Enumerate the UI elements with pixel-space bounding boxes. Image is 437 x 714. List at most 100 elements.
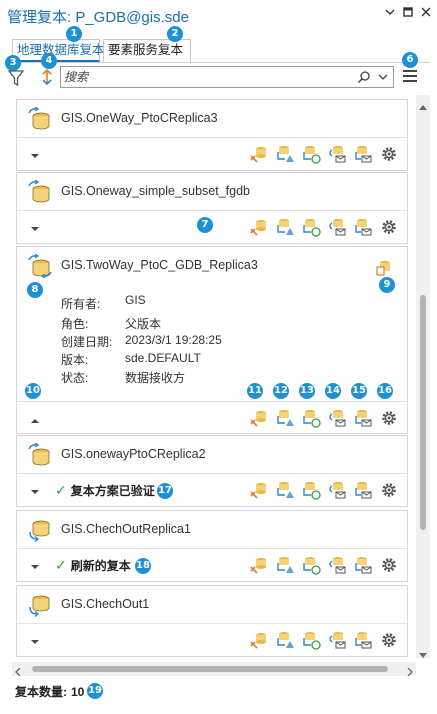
one-way-replica-icon [27,442,53,467]
import-changes-icon[interactable] [301,555,321,575]
callout-badge: 14 [325,383,341,399]
callout-badge: 10 [25,383,41,399]
export-acknowledgments-icon[interactable] [353,555,373,575]
replica-name: GIS.ChechOutReplica1 [61,522,191,536]
close-icon[interactable] [418,6,434,22]
replica-card[interactable]: GIS.ChechOutReplica1 ✓ 刷新的复本 18 [16,510,408,582]
expand-arrow-icon[interactable] [31,635,39,644]
import-changes-icon[interactable] [301,144,321,164]
properties-gear-icon[interactable] [379,408,399,428]
maximize-icon[interactable] [400,6,416,22]
export-acknowledgments-icon[interactable] [353,144,373,164]
expand-arrow-icon[interactable] [31,485,39,494]
callout-badge: 13 [299,383,315,399]
properties-gear-icon[interactable] [379,144,399,164]
export-changes-icon[interactable] [275,144,295,164]
import-changes-icon[interactable] [301,217,321,237]
filter-icon[interactable] [7,69,25,87]
synchronize-icon[interactable] [249,408,269,428]
checkout-replica-icon [27,593,53,617]
callout-badge: 1 [66,26,82,42]
replica-name: GIS.ChechOut1 [61,597,150,611]
import-changes-icon[interactable] [301,480,321,500]
status-text: 刷新的复本 [70,559,131,573]
synchronize-icon[interactable] [249,144,269,164]
vertical-scroll-thumb[interactable] [420,295,426,530]
replica-count-value: 10 [71,685,85,699]
sort-icon[interactable] [40,68,54,86]
export-acknowledgments-icon[interactable] [353,408,373,428]
replica-card[interactable]: GIS.onewayPtoCReplica2 ✓ 复本方案已验证 17 [16,435,408,507]
replica-card[interactable]: GIS.ChechOut1 [16,585,408,657]
re-export-acknowledgments-icon[interactable] [327,480,347,500]
replica-log-icon[interactable] [375,258,393,276]
search-box[interactable] [60,66,394,88]
export-changes-icon[interactable] [275,217,295,237]
replica-card[interactable]: GIS.OneWay_PtoCReplica3 [16,99,408,171]
callout-badge: 12 [273,383,289,399]
re-export-acknowledgments-icon[interactable] [327,144,347,164]
one-way-replica-icon [27,179,53,204]
properties-gear-icon[interactable] [379,217,399,237]
export-changes-icon[interactable] [275,630,295,650]
two-way-replica-icon [27,253,53,279]
replica-card-expanded[interactable]: GIS.TwoWay_PtoC_GDB_Replica3 所有者: GIS 角色… [16,246,408,434]
re-export-acknowledgments-icon[interactable] [327,630,347,650]
detail-label: 版本: [61,353,89,367]
replica-status: ✓ 复本方案已验证 [55,482,155,499]
detail-value: sde.DEFAULT [125,351,201,365]
chevron-down-icon[interactable] [377,70,389,84]
replica-card[interactable]: GIS.Oneway_simple_subset_fgdb 7 [16,172,408,244]
export-acknowledgments-icon[interactable] [353,480,373,500]
synchronize-icon[interactable] [249,630,269,650]
horizontal-scrollbar[interactable] [12,662,416,677]
import-changes-icon[interactable] [301,408,321,428]
detail-value: 父版本 [125,317,162,331]
replica-count-label: 复本数量: [15,685,67,699]
import-changes-icon[interactable] [301,630,321,650]
export-changes-icon[interactable] [275,555,295,575]
export-changes-icon[interactable] [275,408,295,428]
title-bar: 管理复本: P_GDB@gis.sde [0,0,437,32]
tab-feature-service-replicas[interactable]: 要素服务复本 [103,39,191,62]
menu-icon[interactable] [403,69,417,83]
search-icon[interactable] [357,70,371,84]
re-export-acknowledgments-icon[interactable] [327,555,347,575]
replica-status: ✓ 刷新的复本 [55,557,131,574]
scroll-right-arrow-icon[interactable] [407,665,413,677]
collapse-arrow-icon[interactable] [31,414,39,423]
checkout-replica-icon [27,518,53,542]
checkmark-icon: ✓ [55,557,67,573]
replica-name: GIS.Oneway_simple_subset_fgdb [61,184,250,198]
re-export-acknowledgments-icon[interactable] [327,217,347,237]
scroll-up-arrow-icon[interactable] [419,99,427,110]
properties-gear-icon[interactable] [379,630,399,650]
detail-value: 2023/3/1 19:28:25 [125,333,222,347]
replica-count: 复本数量: 10 [15,683,84,700]
vertical-scrollbar[interactable] [416,95,430,658]
properties-gear-icon[interactable] [379,480,399,500]
callout-badge: 19 [87,683,103,699]
properties-gear-icon[interactable] [379,555,399,575]
synchronize-icon[interactable] [249,217,269,237]
export-changes-icon[interactable] [275,480,295,500]
detail-value: 数据接收方 [125,371,186,385]
replica-list[interactable]: GIS.OneWay_PtoCReplica3 GIS.Oneway_simpl… [12,95,416,658]
horizontal-scroll-thumb[interactable] [32,666,388,672]
export-acknowledgments-icon[interactable] [353,217,373,237]
scroll-down-arrow-icon[interactable] [419,648,427,658]
expand-arrow-icon[interactable] [31,222,39,231]
synchronize-icon[interactable] [249,555,269,575]
pin-icon[interactable] [382,6,398,22]
callout-badge: 6 [402,52,418,68]
detail-label: 所有者: [61,297,101,311]
scroll-left-arrow-icon[interactable] [15,665,21,677]
re-export-acknowledgments-icon[interactable] [327,408,347,428]
expand-arrow-icon[interactable] [31,560,39,569]
export-acknowledgments-icon[interactable] [353,630,373,650]
synchronize-icon[interactable] [249,480,269,500]
replica-details: 所有者: GIS 角色: 父版本 创建日期: 2023/3/1 19:28:25… [17,285,407,401]
status-text: 复本方案已验证 [70,484,155,498]
expand-arrow-icon[interactable] [31,149,39,158]
search-input[interactable] [64,69,334,85]
